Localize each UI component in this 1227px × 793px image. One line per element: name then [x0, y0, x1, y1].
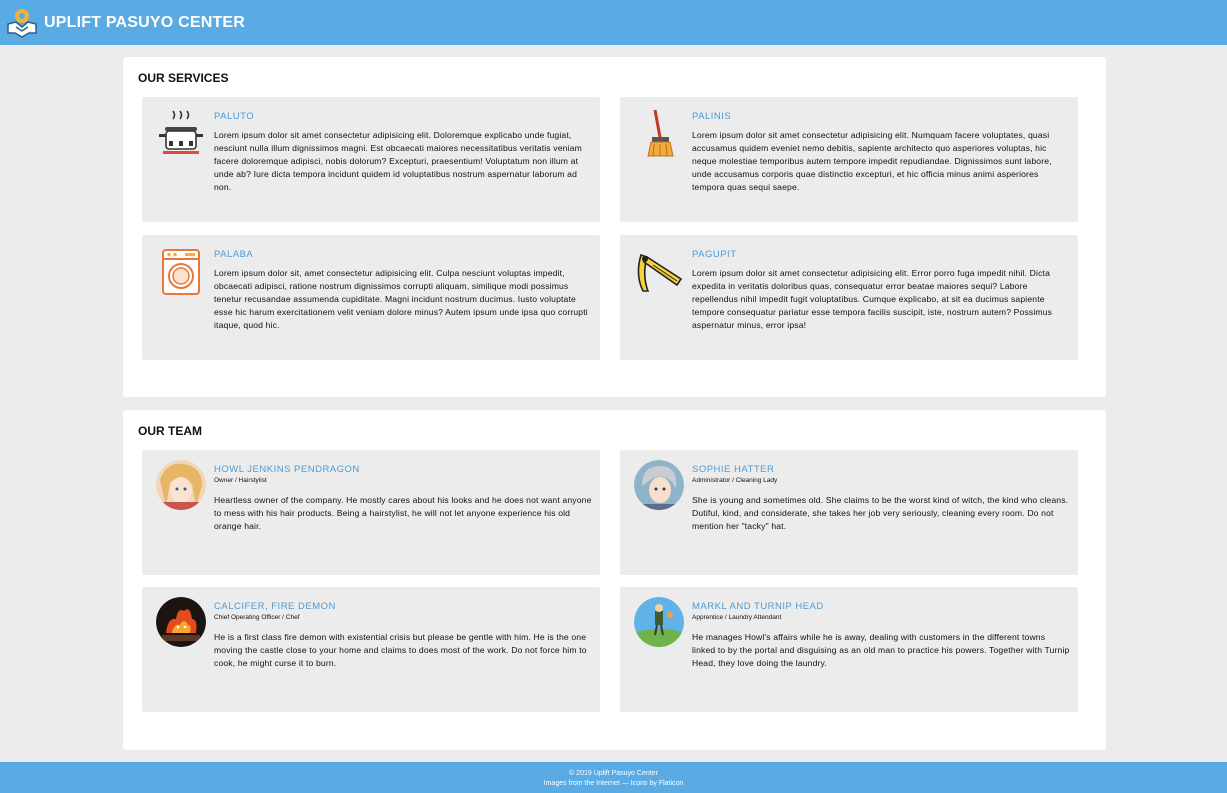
member-bio: He is a first class fire demon with exis…	[214, 632, 587, 668]
member-name: SOPHIE HATTER	[692, 464, 775, 475]
markl-avatar	[634, 597, 684, 647]
member-name: MARKL AND TURNIP HEAD	[692, 601, 824, 612]
washing-machine-icon	[162, 249, 200, 295]
footer-copyright: © 2019 Uplift Pasuyo Center	[569, 770, 658, 777]
service-card-paluto: PALUTO Lorem ipsum dolor sit amet consec…	[142, 97, 600, 222]
calcifer-avatar	[156, 597, 206, 647]
team-card-sophie: SOPHIE HATTER Administrator / Cleaning L…	[620, 450, 1078, 575]
howl-avatar	[156, 460, 206, 510]
member-role: Chief Operating Officer / Chef	[214, 614, 300, 621]
team-heading: OUR TEAM	[138, 424, 202, 438]
services-section: OUR SERVICES PALUTO Lorem ipsum dolor si…	[123, 57, 1106, 397]
services-heading: OUR SERVICES	[138, 71, 229, 85]
service-title: PAGUPIT	[692, 249, 737, 260]
brand-title[interactable]: UPLIFT PASUYO CENTER	[44, 14, 245, 32]
member-bio: She is young and sometimes old. She clai…	[692, 495, 1069, 531]
service-title: PALABA	[214, 249, 254, 260]
member-name: CALCIFER, FIRE DEMON	[214, 601, 336, 612]
top-navbar: UPLIFT PASUYO CENTER	[0, 0, 1227, 45]
member-role: Administrator / Cleaning Lady	[692, 477, 778, 484]
service-description: Lorem ipsum dolor sit amet consectetur a…	[214, 130, 582, 192]
sophie-avatar	[634, 460, 684, 510]
service-title: PALUTO	[214, 111, 255, 122]
member-name: HOWL JENKINS PENDRAGON	[214, 464, 360, 475]
service-title: PALINIS	[692, 111, 732, 122]
team-section: OUR TEAM HOWL JENKINS PENDRAGON Owner / …	[123, 410, 1106, 750]
team-card-howl: HOWL JENKINS PENDRAGON Owner / Hairstyli…	[142, 450, 600, 575]
handshake-cog-icon[interactable]	[5, 6, 39, 40]
cooking-pot-icon	[159, 110, 203, 154]
member-bio: He manages Howl's affairs while he is aw…	[692, 632, 1070, 668]
broom-icon	[647, 109, 674, 157]
member-role: Owner / Hairstylist	[214, 477, 267, 484]
service-description: Lorem ipsum dolor sit, amet consectetur …	[214, 268, 588, 330]
service-card-palaba: PALABA Lorem ipsum dolor sit, amet conse…	[142, 235, 600, 360]
footer: © 2019 Uplift Pasuyo Center Images from …	[0, 762, 1227, 793]
service-description: Lorem ipsum dolor sit amet consectetur a…	[692, 268, 1053, 330]
footer-credits: Images from the Internet — Icons by Flat…	[543, 780, 684, 787]
team-card-markl: MARKL AND TURNIP HEAD Apprentice / Laund…	[620, 587, 1078, 712]
member-bio: Heartless owner of the company. He mostl…	[214, 495, 592, 531]
service-card-pagupit: PAGUPIT Lorem ipsum dolor sit amet conse…	[620, 235, 1078, 360]
service-card-palinis: PALINIS Lorem ipsum dolor sit amet conse…	[620, 97, 1078, 222]
razor-icon	[637, 253, 683, 292]
member-role: Apprentice / Laundry Attendant	[692, 614, 782, 621]
team-card-calcifer: CALCIFER, FIRE DEMON Chief Operating Off…	[142, 587, 600, 712]
service-description: Lorem ipsum dolor sit amet consectetur a…	[692, 130, 1052, 192]
